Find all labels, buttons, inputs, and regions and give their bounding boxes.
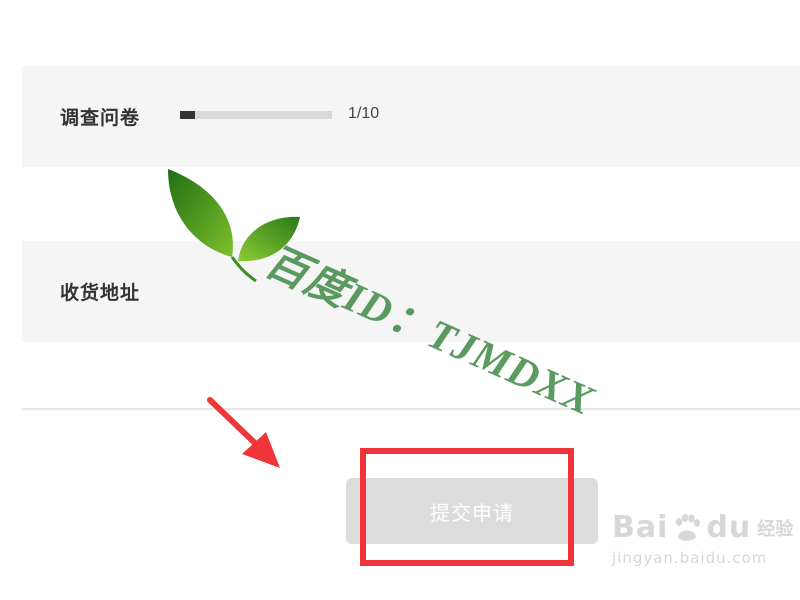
submit-button[interactable]: 提交申请	[346, 478, 598, 544]
red-arrow-icon	[207, 397, 280, 468]
baidu-sub: 经验	[757, 518, 794, 540]
divider	[22, 408, 800, 410]
survey-label: 调查问卷	[60, 107, 141, 129]
survey-progress-bar	[180, 111, 332, 119]
address-label: 收货地址	[60, 282, 141, 304]
baidu-paw-icon	[676, 513, 701, 541]
survey-progress-text: 1/10	[348, 105, 380, 122]
survey-row[interactable]: 调查问卷 1/10	[22, 66, 800, 167]
baidu-brand-right: du	[706, 510, 752, 545]
baidu-url: jingyan.baidu.com	[612, 549, 768, 567]
baidu-jingyan-logo: Bai du 经验 jingyan.baidu.com	[612, 510, 793, 567]
survey-progress-fill	[180, 111, 196, 119]
page: 调查问卷 1/10 收货地址 提交申请 百度ID：TJMDXX Bai du 经…	[0, 0, 800, 600]
baidu-brand-left: Bai	[612, 510, 669, 545]
